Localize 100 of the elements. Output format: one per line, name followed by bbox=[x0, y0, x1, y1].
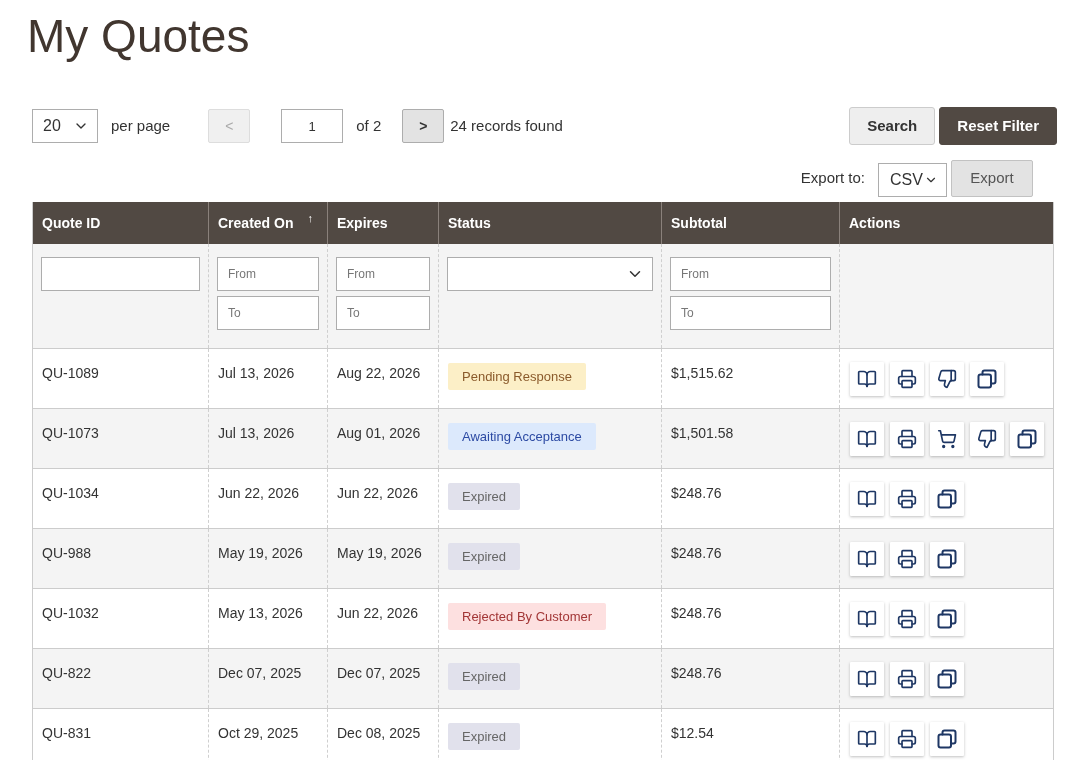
book-icon bbox=[857, 428, 877, 449]
action-button[interactable] bbox=[930, 541, 964, 576]
table-cell: May 13, 2026 bbox=[218, 604, 303, 621]
table-cell: Jul 13, 2026 bbox=[218, 364, 295, 381]
range-field[interactable]: From bbox=[336, 257, 430, 291]
range-field[interactable]: To bbox=[336, 296, 430, 330]
table-cell: QU-831 bbox=[42, 724, 92, 741]
status-tag: Pending Response bbox=[448, 362, 586, 390]
column-header: Quote ID bbox=[32, 202, 209, 244]
quote-id-field[interactable] bbox=[41, 257, 200, 291]
page-total: of 2 bbox=[356, 115, 382, 136]
table-cell: $1,515.62 bbox=[671, 364, 734, 381]
copy-icon bbox=[937, 608, 957, 629]
table-cell: Aug 01, 2026 bbox=[337, 424, 421, 441]
printer-icon bbox=[897, 728, 917, 749]
action-button[interactable] bbox=[1010, 421, 1044, 456]
action-button[interactable] bbox=[890, 541, 924, 576]
table-cell: Jun 22, 2026 bbox=[218, 484, 299, 501]
copy-icon bbox=[937, 668, 957, 689]
printer-icon bbox=[897, 368, 917, 389]
action-button[interactable] bbox=[930, 601, 964, 636]
range-field[interactable]: From bbox=[217, 257, 319, 291]
action-button[interactable] bbox=[890, 721, 924, 756]
column-header: Expires bbox=[327, 202, 439, 244]
action-button[interactable] bbox=[850, 721, 884, 756]
printer-icon bbox=[897, 608, 917, 629]
range-field[interactable]: To bbox=[217, 296, 319, 330]
status-tag: Awaiting Acceptance bbox=[448, 422, 596, 450]
next-page-button[interactable]: > bbox=[402, 109, 445, 143]
table-cell: May 19, 2026 bbox=[337, 544, 422, 561]
action-button[interactable] bbox=[930, 721, 964, 756]
book-icon bbox=[857, 488, 877, 509]
action-button[interactable] bbox=[850, 421, 884, 456]
action-button[interactable] bbox=[970, 361, 1004, 396]
action-button[interactable] bbox=[930, 481, 964, 516]
copy-icon bbox=[937, 548, 957, 569]
book-icon bbox=[857, 368, 877, 389]
action-button[interactable] bbox=[890, 661, 924, 696]
table-cell: Aug 22, 2026 bbox=[337, 364, 421, 381]
table-cell: Dec 07, 2025 bbox=[337, 664, 421, 681]
action-button[interactable] bbox=[930, 421, 964, 456]
book-icon bbox=[857, 608, 877, 629]
table-cell: QU-988 bbox=[42, 544, 92, 561]
book-icon bbox=[857, 728, 877, 749]
sort-indicator: ↑ bbox=[307, 211, 313, 224]
table-cell: Dec 07, 2025 bbox=[218, 664, 302, 681]
range-field[interactable]: From bbox=[670, 257, 831, 291]
export-label: Export to: bbox=[800, 167, 865, 188]
status-tag: Expired bbox=[448, 722, 521, 750]
status-tag: Expired bbox=[448, 482, 521, 510]
action-button[interactable] bbox=[850, 601, 884, 636]
per-page-select[interactable]: 20 bbox=[32, 109, 98, 143]
action-button[interactable] bbox=[890, 361, 924, 396]
search-button[interactable]: Search bbox=[849, 107, 936, 145]
column-header[interactable]: Created On $^{↑}$ bbox=[208, 202, 328, 244]
action-button[interactable] bbox=[850, 481, 884, 516]
range-field[interactable]: To bbox=[670, 296, 831, 330]
table-cell: $248.76 bbox=[671, 484, 722, 501]
copy-icon bbox=[937, 728, 957, 749]
copy-icon bbox=[1017, 428, 1037, 449]
action-button[interactable] bbox=[970, 421, 1004, 456]
column-header: Subtotal bbox=[661, 202, 840, 244]
table-cell: May 19, 2026 bbox=[218, 544, 303, 561]
table-cell: Dec 08, 2025 bbox=[337, 724, 421, 741]
thumbs-down-icon bbox=[937, 368, 957, 389]
table-cell: Jun 22, 2026 bbox=[337, 604, 418, 621]
cart-icon bbox=[937, 428, 957, 449]
action-button[interactable] bbox=[890, 421, 924, 456]
action-button[interactable] bbox=[890, 481, 924, 516]
column-header: Status bbox=[438, 202, 662, 244]
table-cell: $248.76 bbox=[671, 544, 722, 561]
printer-icon bbox=[897, 668, 917, 689]
action-button[interactable] bbox=[930, 361, 964, 396]
printer-icon bbox=[897, 488, 917, 509]
table-cell: QU-1032 bbox=[42, 604, 99, 621]
copy-icon bbox=[937, 488, 957, 509]
table-cell: $248.76 bbox=[671, 664, 722, 681]
reset-filter-button[interactable]: Reset Filter bbox=[939, 107, 1057, 145]
status-tag: Expired bbox=[448, 542, 521, 570]
table-cell: $12.54 bbox=[671, 724, 714, 741]
action-button[interactable] bbox=[890, 601, 924, 636]
page-input[interactable]: 1 bbox=[281, 109, 344, 143]
book-icon bbox=[857, 548, 877, 569]
table-cell: Oct 29, 2025 bbox=[218, 724, 299, 741]
copy-icon bbox=[977, 368, 997, 389]
table-cell: Jul 13, 2026 bbox=[218, 424, 295, 441]
action-button[interactable] bbox=[850, 661, 884, 696]
table-cell: QU-1073 bbox=[42, 424, 99, 441]
export-button[interactable]: Export bbox=[951, 160, 1033, 197]
table-cell: Jun 22, 2026 bbox=[337, 484, 418, 501]
printer-icon bbox=[897, 548, 917, 569]
table-cell: QU-822 bbox=[42, 664, 92, 681]
printer-icon bbox=[897, 428, 917, 449]
export-format-select[interactable]: CSV bbox=[878, 163, 947, 197]
action-button[interactable] bbox=[850, 541, 884, 576]
action-button[interactable] bbox=[850, 361, 884, 396]
records-count: 24 records found bbox=[450, 115, 563, 136]
status-tag: Rejected By Customer bbox=[448, 602, 607, 630]
action-button[interactable] bbox=[930, 661, 964, 696]
table-cell: $248.76 bbox=[671, 604, 722, 621]
